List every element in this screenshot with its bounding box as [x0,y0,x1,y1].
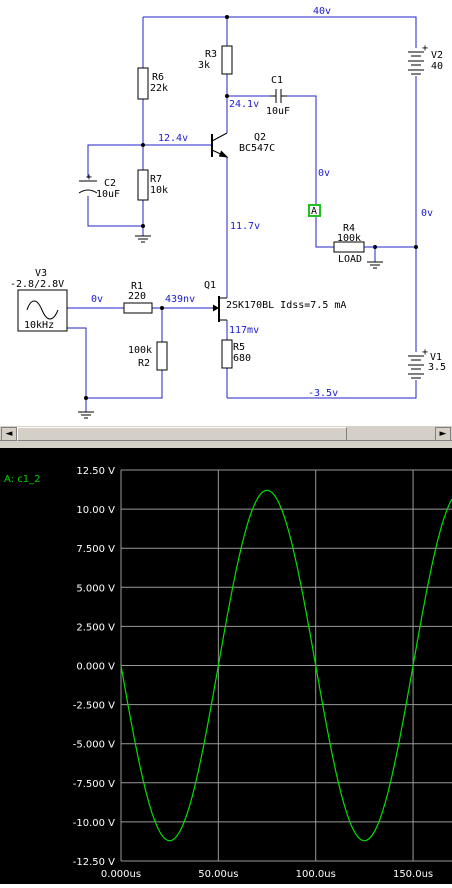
r3-value: 3k [198,60,210,71]
y-tick-label: 12.50 V [76,466,115,477]
r7-name: R7 [150,174,162,185]
v2-value: 40 [431,61,443,72]
y-tick-label: -10.00 V [73,818,115,829]
r4-value: 100k [337,233,361,244]
capacitor-c1[interactable] [270,89,287,103]
y-tick-label: -7.500 V [73,779,115,790]
c2-plus: + [86,172,92,183]
r2-value: 100k [128,345,152,356]
node-label-439nv: 439nv [165,294,195,305]
y-tick-label: 5.000 V [76,583,115,594]
c1-name: C1 [271,75,283,86]
y-tick-label: -5.000 V [73,740,115,751]
resistor-r7[interactable] [137,169,149,201]
scroll-right-arrow-icon[interactable]: ► [435,427,451,441]
q2-name: Q2 [254,132,266,143]
v2-plus: + [422,43,428,54]
r6-value: 22k [150,83,168,94]
node-label-24v: 24.1v [229,99,259,110]
panel-separator [0,441,452,448]
node-label-12v: 12.4v [158,133,188,144]
battery-v2[interactable] [408,51,424,75]
jfet-q1[interactable] [212,296,227,322]
node-label-neg3v5: -3.5v [308,388,338,399]
r1-value: 220 [128,291,146,302]
node-label-40v: 40v [313,6,331,17]
r2-name: R2 [138,358,150,369]
horizontal-scrollbar[interactable]: ◄ ► [0,425,452,441]
v2-name: V2 [431,50,443,61]
y-tick-label: -12.50 V [73,857,115,868]
resistor-r5[interactable] [221,339,233,369]
scroll-left-arrow-icon[interactable]: ◄ [1,427,17,441]
x-tick-label: 100.0us [296,869,336,880]
y-tick-label: -2.500 V [73,701,115,712]
r5-name: R5 [233,342,245,353]
r5-value: 680 [233,353,251,364]
r6-name: R6 [152,72,164,83]
ground-icon [367,261,383,269]
node-label-0v-c1: 0v [318,168,330,179]
v1-plus: + [422,347,428,358]
resistor-r1[interactable] [123,302,153,314]
x-tick-label: 0.000us [101,869,141,880]
v1-value: 3.5 [428,362,446,373]
trace-label: A: c1_2 [4,474,40,485]
ground-icon [78,411,94,419]
scrollbar-thumb[interactable] [17,427,347,441]
node-label-11v: 11.7v [230,221,260,232]
y-tick-label: 0.000 V [76,662,115,673]
battery-v1[interactable] [408,355,424,379]
c2-name: C2 [104,178,116,189]
q1-name: Q1 [204,280,216,291]
v3-freq: 10kHz [24,320,54,331]
node-label-0v-right: 0v [421,208,433,219]
resistor-r6[interactable] [137,67,149,100]
c2-value: 10uF [96,189,120,200]
oscilloscope-panel[interactable]: A: c1_2 12.50 V 10.00 V 7.500 V 5.000 V 2.50… [0,448,452,884]
probe-a-label: A [311,206,317,217]
r7-value: 10k [150,185,168,196]
v3-value: -2.8/2.8V [10,279,64,290]
y-tick-label: 10.00 V [76,505,115,516]
c1-value: 10uF [266,106,290,117]
ground-icon [135,235,151,243]
resistor-r2[interactable] [156,341,168,371]
r4-load: LOAD [338,254,362,265]
transistor-q2[interactable] [211,132,229,158]
x-tick-label: 150.0us [393,869,433,880]
y-tick-label: 7.500 V [76,544,115,555]
junction-dots [84,15,418,400]
q2-value: BC547C [239,143,275,154]
node-label-0v-in: 0v [91,294,103,305]
resistor-r3[interactable] [221,45,233,75]
node-label-117mv: 117mv [229,325,259,336]
v3-name: V3 [35,268,47,279]
x-tick-label: 50.00us [198,869,238,880]
r3-name: R3 [205,49,217,60]
y-tick-label: 2.500 V [76,622,115,633]
schematic-canvas[interactable]: R3 3k R6 22k R7 10k + C2 10uF Q2 BC547C … [0,0,452,425]
q1-value: 2SK170BL Idss=7.5 mA [226,300,346,311]
